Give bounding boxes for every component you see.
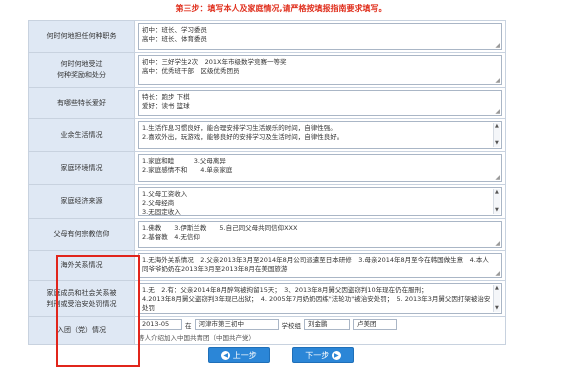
row-textarea[interactable]: 1.佛教 3.伊斯兰教 5.自己同父母共同信仰XXX 2.基督教 4.无信仰 ◢ xyxy=(138,221,502,248)
form-row: 家庭经济来源 1.父母工资收入 2.父母经商 3.无固定收入 ▲ ▼ xyxy=(28,184,506,219)
textarea-line: 2.基督教 4.无信仰 xyxy=(142,233,200,241)
row-label-line: 何时何地受过 xyxy=(60,60,103,68)
row-label: 家庭成员和社会关系被 判刑或受治安处罚情况 xyxy=(28,280,135,317)
row-label-line: 何种奖励和处分 xyxy=(57,71,106,79)
party-row: 入团（党）情况 2013-05 在 河津市第三初中 学校组 刘金鹏 卢美团 等人… xyxy=(28,316,506,345)
row-label: 何时何地受过 何种奖励和处分 xyxy=(28,52,135,88)
textarea-line: 初中：三好学生2次 201X年市级数学竞赛一等奖 xyxy=(142,58,287,66)
textarea-line: 1.佛教 3.伊斯兰教 5.自己同父母共同信仰XXX xyxy=(142,224,298,232)
row-textarea[interactable]: 特长：跑步 下棋 爱好：读书 篮球 ◢ xyxy=(138,90,502,116)
form-row: 何时何地受过 何种奖励和处分 初中：三好学生2次 201X年市级数学竞赛一等奖 高中：… xyxy=(28,52,506,88)
scroll-down-icon[interactable]: ▼ xyxy=(495,306,499,311)
resize-handle-icon[interactable]: ◢ xyxy=(495,43,500,49)
form-row: 业余生活情况 1.生活作息习惯良好，能合理安排学习生活娱乐的时间，自律性强。 2.喜… xyxy=(28,118,506,152)
introducer-input[interactable]: 刘金鹏 xyxy=(304,319,350,330)
introducer2-input[interactable]: 卢美团 xyxy=(353,319,397,330)
row-label-line: 有哪些特长爱好 xyxy=(57,98,106,107)
row-label: 业余生活情况 xyxy=(28,118,135,152)
scrollbar[interactable]: ▲ ▼ xyxy=(493,189,500,214)
row-label: 有哪些特长爱好 xyxy=(28,87,135,119)
textarea-line: 高中：班长、体育委员 xyxy=(142,35,207,43)
scroll-down-icon[interactable]: ▼ xyxy=(495,141,499,146)
resize-handle-icon[interactable]: ◢ xyxy=(495,271,500,277)
scroll-down-icon[interactable]: ▼ xyxy=(495,208,499,213)
step-title: 第三步：填写本人及家庭情况,请严格按填报指南要求填写。 xyxy=(175,4,387,13)
resize-handle-icon[interactable]: ◢ xyxy=(495,78,500,84)
row-label-line: 家庭成员和社会关系被 xyxy=(46,288,117,297)
row-label: 父母有何宗教信仰 xyxy=(28,218,135,251)
right-arrow-icon: ▶ xyxy=(331,351,341,360)
row-label: 家庭环境情况 xyxy=(28,151,135,185)
form-row: 家庭环境情况 1.家庭和睦 3.父母离异 2.家庭感情不和 4.单亲家庭 ◢ xyxy=(28,151,506,185)
row-label: 家庭经济来源 xyxy=(28,184,135,219)
resize-handle-icon[interactable]: ◢ xyxy=(495,241,500,247)
textarea-line: 2.父母经商 xyxy=(142,199,175,207)
scroll-up-icon[interactable]: ▲ xyxy=(495,286,499,291)
scroll-up-icon[interactable]: ▲ xyxy=(495,190,499,195)
row-label-line: 何时何地担任何种职务 xyxy=(46,32,117,40)
party-label: 入团（党）情况 xyxy=(28,316,135,345)
row-textarea[interactable]: 1.无 2.有：父亲2014年8月醉驾被拘留15天； 3、2013年8月舅父因盗… xyxy=(138,283,502,314)
form-row: 有哪些特长爱好 特长：跑步 下棋 爱好：读书 篮球 ◢ xyxy=(28,87,506,119)
resize-handle-icon[interactable]: ◢ xyxy=(495,175,500,181)
scrollbar[interactable]: ▲ ▼ xyxy=(493,285,500,312)
party-date-input[interactable]: 2013-05 xyxy=(138,319,182,330)
form-row: 海外关系情况 1.无海外关系情况 2.父亲2013年3月至2014年8月公司派遣至… xyxy=(28,250,506,281)
row-label-line: 海外关系情况 xyxy=(60,261,103,269)
textarea-line: 4.2013年8月舅父盗窃判3年现已出狱； 4. 2005年7月奶奶因练"法轮功… xyxy=(142,295,491,312)
textarea-line: 1.无海外关系情况 2.父亲2013年3月至2014年8月公司派遣至日本研修 3… xyxy=(142,256,489,273)
row-textarea[interactable]: 1.家庭和睦 3.父母离异 2.家庭感情不和 4.单亲家庭 ◢ xyxy=(138,154,502,182)
textarea-line: 1.父母工资收入 xyxy=(142,190,188,198)
resize-handle-icon[interactable]: ◢ xyxy=(495,109,500,115)
textarea-line: 1.无 2.有：父亲2014年8月醉驾被拘留15天； 3、2013年8月舅父因盗… xyxy=(142,286,428,294)
textarea-line: 3.无固定收入 xyxy=(142,208,181,216)
row-textarea[interactable]: 1.生活作息习惯良好，能合理安排学习生活娱乐的时间，自律性强。 2.喜欢外出，玩游… xyxy=(138,121,502,149)
textarea-line: 1.生活作息习惯良好，能合理安排学习生活娱乐的时间，自律性强。 xyxy=(142,124,337,132)
row-label-line: 判刑或受治安处罚情况 xyxy=(46,299,117,308)
scroll-up-icon[interactable]: ▲ xyxy=(495,124,499,129)
party-note: 等人介绍加入中国共青团（中国共产党） xyxy=(138,334,255,342)
school-label: 学校组 xyxy=(281,321,302,330)
place-prefix: 在 xyxy=(185,321,192,330)
form-row: 家庭成员和社会关系被 判刑或受治安处罚情况 1.无 2.有：父亲2014年8月醉驾被… xyxy=(28,280,506,317)
family-info-form: 何时何地担任何种职务 初中：班长、学习委员 高中：班长、体育委员 ◢ 何时何地受过 何种奖… xyxy=(28,20,506,345)
row-label: 何时何地担任何种职务 xyxy=(28,20,135,53)
form-row: 何时何地担任何种职务 初中：班长、学习委员 高中：班长、体育委员 ◢ xyxy=(28,20,506,53)
scrollbar[interactable]: ▲ ▼ xyxy=(493,123,500,147)
left-arrow-icon: ◀ xyxy=(221,351,231,360)
textarea-line: 2.喜欢外出，玩游戏，能够良好的安排学习及生活时间，自律性良好。 xyxy=(142,133,344,141)
row-label-line: 家庭环境情况 xyxy=(60,163,103,172)
row-textarea[interactable]: 初中：班长、学习委员 高中：班长、体育委员 ◢ xyxy=(138,23,502,50)
form-row: 父母有何宗教信仰 1.佛教 3.伊斯兰教 5.自己同父母共同信仰XXX 2.基督教 … xyxy=(28,218,506,251)
textarea-line: 特长：跑步 下棋 xyxy=(142,93,190,101)
row-textarea[interactable]: 初中：三好学生2次 201X年市级数学竞赛一等奖 高中：优秀班干部 区级优秀团员 ◢ xyxy=(138,55,502,85)
row-label-line: 父母有何宗教信仰 xyxy=(53,230,110,238)
textarea-line: 2.家庭感情不和 4.单亲家庭 xyxy=(142,166,233,174)
row-textarea[interactable]: 1.无海外关系情况 2.父亲2013年3月至2014年8月公司派遣至日本研修 3… xyxy=(138,253,502,278)
row-label: 海外关系情况 xyxy=(28,250,135,281)
row-label-line: 家庭经济来源 xyxy=(60,197,103,205)
row-textarea[interactable]: 1.父母工资收入 2.父母经商 3.无固定收入 ▲ ▼ xyxy=(138,187,502,216)
party-place-input[interactable]: 河津市第三初中 xyxy=(194,319,279,330)
prev-step-button[interactable]: ◀ 上一步 xyxy=(208,347,270,363)
textarea-line: 高中：优秀班干部 区级优秀团员 xyxy=(142,67,240,75)
row-label-line: 业余生活情况 xyxy=(60,130,103,139)
next-step-button[interactable]: 下一步 ▶ xyxy=(292,347,354,363)
textarea-line: 爱好：读书 篮球 xyxy=(142,102,190,110)
textarea-line: 1.家庭和睦 3.父母离异 xyxy=(142,157,226,165)
textarea-line: 初中：班长、学习委员 xyxy=(142,26,207,34)
